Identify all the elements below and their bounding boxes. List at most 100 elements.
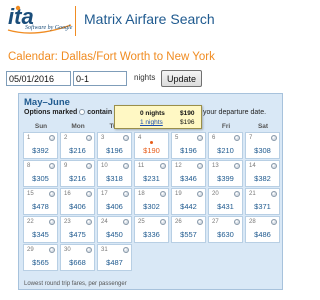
weekday-label: Fri: [221, 123, 231, 130]
calendar-day-cell[interactable]: 1 $392: [23, 132, 58, 159]
ita-logo-mark: ita: [7, 4, 72, 34]
calendar-day-cell[interactable]: 18 $302: [134, 188, 169, 215]
day-number: 18: [138, 191, 145, 197]
day-price-link[interactable]: $190: [135, 146, 168, 155]
day-price-link[interactable]: $346: [172, 174, 205, 183]
tooltip-nights-link[interactable]: 1 nights: [140, 119, 163, 126]
update-button[interactable]: Update: [161, 70, 202, 87]
fare-option-icon-inline: [79, 109, 86, 115]
day-price-link[interactable]: $406: [98, 202, 131, 211]
day-price-link[interactable]: $305: [24, 174, 57, 183]
day-number: 6: [212, 135, 216, 141]
header: ita Software by Google Matrix Airfare Se…: [0, 0, 283, 42]
calendar-day-cell[interactable]: 31 $487: [97, 244, 132, 271]
fare-option-icon: [160, 191, 166, 197]
calendar-day-cell[interactable]: 13 $399: [208, 160, 243, 187]
day-price-link[interactable]: $565: [24, 258, 57, 267]
calendar-day-cell[interactable]: 4 $190: [134, 132, 169, 159]
day-price-link[interactable]: $392: [24, 146, 57, 155]
day-price-link[interactable]: $478: [24, 202, 57, 211]
day-price-link[interactable]: $406: [61, 202, 94, 211]
calendar-day-cell[interactable]: 19 $442: [171, 188, 206, 215]
day-number: 16: [64, 191, 71, 197]
calendar-day-cell[interactable]: 3 $196: [97, 132, 132, 159]
tooltip-link-price: $196: [180, 119, 195, 126]
fare-option-icon: [197, 191, 203, 197]
day-price-link[interactable]: $336: [135, 230, 168, 239]
fare-option-icon: [86, 219, 92, 225]
fare-option-icon: [234, 191, 240, 197]
day-price-link[interactable]: $399: [209, 174, 242, 183]
nights-range-input[interactable]: [73, 71, 127, 86]
calendar-day-cell[interactable]: 15 $478: [23, 188, 58, 215]
calendar-day-cell[interactable]: 24 $450: [97, 216, 132, 243]
day-price-link[interactable]: $450: [98, 230, 131, 239]
day-price-link[interactable]: $196: [172, 146, 205, 155]
calendar-day-cell[interactable]: 28 $486: [245, 216, 280, 243]
day-number: 28: [249, 219, 256, 225]
day-price-link[interactable]: $371: [246, 202, 279, 211]
weekday-label: Mon: [71, 123, 85, 130]
nights-label: nights: [134, 73, 156, 82]
logo-dot-icon: [15, 5, 21, 11]
ita-software-logo[interactable]: ita Software by Google: [5, 3, 75, 39]
day-price-link[interactable]: $431: [209, 202, 242, 211]
calendar-day-cell[interactable]: 30 $668: [60, 244, 95, 271]
day-price-link[interactable]: $557: [172, 230, 205, 239]
day-price-link[interactable]: $382: [246, 174, 279, 183]
fare-option-icon: [123, 191, 129, 197]
calendar-day-cell[interactable]: 23 $475: [60, 216, 95, 243]
fare-option-icon: [86, 247, 92, 253]
fare-option-icon: [49, 163, 55, 169]
calendar-day-cell[interactable]: 6 $210: [208, 132, 243, 159]
fare-option-icon: [49, 191, 55, 197]
calendar-day-cell[interactable]: 22 $345: [23, 216, 58, 243]
calendar-day-cell[interactable]: 7 $308: [245, 132, 280, 159]
day-price-link[interactable]: $630: [209, 230, 242, 239]
day-price-link[interactable]: $318: [98, 174, 131, 183]
logo-subtitle: Software by Google: [25, 25, 73, 31]
calendar-day-cell[interactable]: 5 $196: [171, 132, 206, 159]
day-price-link[interactable]: $302: [135, 202, 168, 211]
day-number: 9: [64, 163, 68, 169]
calendar-day-cell[interactable]: 17 $406: [97, 188, 132, 215]
calendar-day-cell[interactable]: 16 $406: [60, 188, 95, 215]
day-price-link[interactable]: $442: [172, 202, 205, 211]
fare-option-icon: [49, 135, 55, 141]
day-price-link[interactable]: $216: [61, 174, 94, 183]
day-price-link[interactable]: $487: [98, 258, 131, 267]
departure-date-input[interactable]: [6, 71, 71, 86]
calendar-day-cell[interactable]: 20 $431: [208, 188, 243, 215]
calendar-day-cell[interactable]: 21 $371: [245, 188, 280, 215]
day-number: 30: [64, 247, 71, 253]
day-number: 7: [249, 135, 253, 141]
calendar-day-cell[interactable]: 12 $346: [171, 160, 206, 187]
fare-footnote: Lowest round trip fares, per passenger: [24, 281, 127, 287]
fare-option-icon: [49, 247, 55, 253]
day-price-link[interactable]: $210: [209, 146, 242, 155]
day-number: 17: [101, 191, 108, 197]
calendar-day-cell[interactable]: 27 $630: [208, 216, 243, 243]
day-price-link[interactable]: $486: [246, 230, 279, 239]
calendar-day-cell[interactable]: 8 $305: [23, 160, 58, 187]
day-price-link[interactable]: $216: [61, 146, 94, 155]
fare-option-icon: [86, 135, 92, 141]
calendar-day-cell[interactable]: 25 $336: [134, 216, 169, 243]
calendar-day-cell[interactable]: 2 $216: [60, 132, 95, 159]
day-number: 26: [175, 219, 182, 225]
calendar-day-cell[interactable]: 10 $318: [97, 160, 132, 187]
day-price-link[interactable]: $231: [135, 174, 168, 183]
day-number: 21: [249, 191, 256, 197]
calendar-day-cell[interactable]: 14 $382: [245, 160, 280, 187]
day-price-link[interactable]: $196: [98, 146, 131, 155]
calendar-day-cell[interactable]: 26 $557: [171, 216, 206, 243]
calendar-day-cell[interactable]: 29 $565: [23, 244, 58, 271]
tooltip-nights: 0 nights: [140, 110, 165, 117]
fare-option-icon: [271, 219, 277, 225]
day-price-link[interactable]: $345: [24, 230, 57, 239]
calendar-day-cell[interactable]: 9 $216: [60, 160, 95, 187]
calendar-day-cell[interactable]: 11 $231: [134, 160, 169, 187]
day-price-link[interactable]: $475: [61, 230, 94, 239]
day-price-link[interactable]: $308: [246, 146, 279, 155]
day-price-link[interactable]: $668: [61, 258, 94, 267]
